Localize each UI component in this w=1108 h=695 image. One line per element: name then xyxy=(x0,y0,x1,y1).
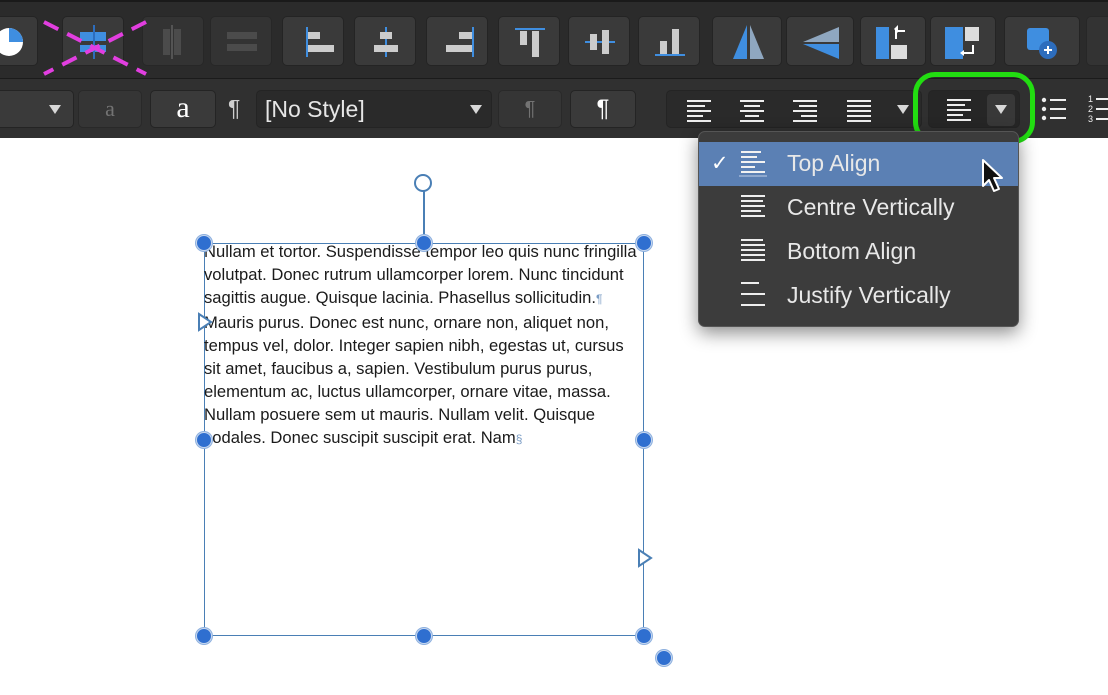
rotation-handle[interactable] xyxy=(414,174,432,192)
align-centre-text-icon xyxy=(740,100,764,122)
svg-text:1: 1 xyxy=(1088,94,1093,104)
character-style-glyph-dim: a xyxy=(105,96,115,121)
checkmark-icon: ✓ xyxy=(711,152,729,175)
font-size-combo[interactable] xyxy=(0,90,74,128)
paragraph-mark-dim-icon: ¶ xyxy=(524,98,536,120)
flip-horizontal-button[interactable] xyxy=(712,16,782,66)
centre-vertically-icon xyxy=(741,195,765,217)
menu-item-justify-vertically[interactable]: Justify Vertically xyxy=(699,274,1018,318)
move-forward-button[interactable] xyxy=(930,16,996,66)
paragraph-style-dim-button[interactable]: ¶ xyxy=(498,90,562,128)
horizontal-alignment-group xyxy=(666,90,922,128)
text-flow-in-icon[interactable] xyxy=(196,311,214,333)
align-centre-button[interactable] xyxy=(354,16,416,66)
bullet-list-button[interactable] xyxy=(1036,92,1072,126)
justify-text-button[interactable] xyxy=(835,94,885,126)
vertical-alignment-menu: ✓ Top Align Centre Vertically Bottom Ali… xyxy=(698,131,1019,327)
resize-handle-top-left[interactable] xyxy=(196,235,212,251)
text-frame-content[interactable]: Nullam et tortor. Suspendisse tempor leo… xyxy=(204,240,644,451)
menu-item-label: Justify Vertically xyxy=(787,282,951,308)
chevron-down-icon xyxy=(49,105,61,114)
chevron-down-icon xyxy=(470,105,482,114)
numbered-list-icon: 123 xyxy=(1088,94,1108,124)
paragraph-2: Mauris purus. Donec est nunc, ornare non… xyxy=(204,313,624,447)
bullet-list-icon xyxy=(1041,97,1066,121)
align-right-text-icon xyxy=(793,100,817,122)
align-top-button[interactable] xyxy=(498,16,560,66)
annotation-cross-mark xyxy=(43,20,147,76)
paragraph-mark-button-icon: ¶ xyxy=(596,95,610,122)
character-style-dim-button[interactable]: a xyxy=(78,90,142,128)
align-middle-button[interactable] xyxy=(568,16,630,66)
resize-handle-middle-left[interactable] xyxy=(196,432,212,448)
resize-handle-bottom-centre[interactable] xyxy=(416,628,432,644)
menu-item-bottom-align[interactable]: Bottom Align xyxy=(699,230,1018,274)
pilcrow-mark: ¶ xyxy=(596,292,603,306)
resize-handle-bottom-right[interactable] xyxy=(636,628,652,644)
text-toolbar: a a ¶ [No Style] ¶ ¶ 1 2 3 xyxy=(0,72,1108,144)
menu-item-centre-vertically[interactable]: Centre Vertically xyxy=(699,186,1018,230)
align-right-text-button[interactable] xyxy=(781,94,831,126)
menu-item-label: Top Align xyxy=(787,150,881,176)
menu-item-top-align[interactable]: ✓ Top Align xyxy=(699,142,1018,186)
text-flow-out-icon[interactable] xyxy=(636,547,654,569)
align-bottom-button[interactable] xyxy=(638,16,700,66)
chevron-down-icon[interactable] xyxy=(897,105,909,114)
bottom-align-icon xyxy=(741,239,765,261)
menu-item-label: Bottom Align xyxy=(787,238,917,264)
numbered-list-button[interactable]: 123 xyxy=(1086,92,1108,126)
more-tools-button[interactable] xyxy=(1086,16,1108,66)
justify-text-icon xyxy=(847,100,871,122)
justify-vertically-icon xyxy=(741,282,765,306)
svg-text:2: 2 xyxy=(1088,104,1093,114)
resize-handle-top-right[interactable] xyxy=(636,235,652,251)
svg-text:3: 3 xyxy=(1088,114,1093,124)
resize-handle-bottom-left[interactable] xyxy=(196,628,212,644)
character-style-glyph: a xyxy=(176,91,190,124)
align-left-button[interactable] xyxy=(282,16,344,66)
resize-handle-middle-right[interactable] xyxy=(636,432,652,448)
top-align-icon xyxy=(739,151,767,177)
arrange-toolbar xyxy=(0,0,1108,78)
character-style-button[interactable]: a xyxy=(150,90,216,128)
align-centre-text-button[interactable] xyxy=(727,94,777,126)
paragraph-style-select[interactable]: [No Style] xyxy=(256,90,492,128)
align-left-text-icon xyxy=(687,100,711,122)
move-back-button[interactable] xyxy=(860,16,926,66)
paragraph-mark-icon: ¶ xyxy=(228,95,241,121)
paragraph-style-value: [No Style] xyxy=(265,96,365,122)
align-right-button[interactable] xyxy=(426,16,488,66)
menu-item-label: Centre Vertically xyxy=(787,194,955,220)
resize-handle-top-centre[interactable] xyxy=(416,235,432,251)
align-left-text-button[interactable] xyxy=(673,94,723,126)
flip-vertical-button[interactable] xyxy=(786,16,854,66)
section-mark: § xyxy=(515,432,523,446)
space-evenly-button[interactable] xyxy=(210,16,272,66)
overflow-handle[interactable] xyxy=(656,650,672,666)
mouse-cursor-icon xyxy=(982,159,1003,192)
paragraph-style-button[interactable]: ¶ xyxy=(570,90,636,128)
add-shape-button[interactable] xyxy=(1004,16,1080,66)
